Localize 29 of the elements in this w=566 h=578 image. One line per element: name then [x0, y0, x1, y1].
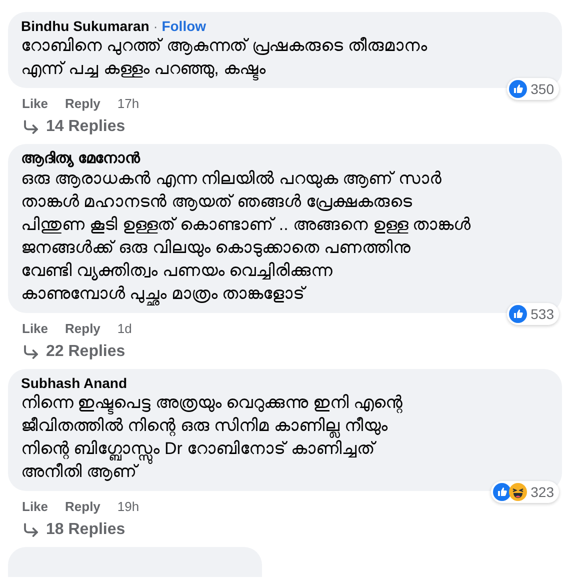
- comment-text: ഒരു ആരാധകൻ എന്ന നിലയിൽ പറയുക ആണ് സാർ താങ്കൾ മഹാനടൻ ആയത് ഞങ്ങൾ പ്രേക്ഷകരുടെ പിന്തുണ കൂടി ഉള്ളത് കൊണ്ടാണ് .. അങ്ങനെ ഉള്ള താങ്കൾ ജനങ്ങൾക്ക് ഒരു വിലയും കൊടുക്കാതെ പണത്തിനു വേണ്ടി വ്യക്തിത്വം പണയം വെച്ചിരിക്കുന്ന കാണുമ്പോൾ പുച്ഛം മാത്രം താങ്കളോട്: [21, 167, 550, 305]
- reaction-summary[interactable]: 323: [490, 481, 559, 503]
- reply-link[interactable]: Reply: [65, 498, 100, 514]
- view-replies-link[interactable]: 18 Replies: [46, 521, 126, 539]
- reply-link[interactable]: Reply: [65, 96, 100, 110]
- separator-dot: ·: [153, 19, 158, 34]
- reaction-count: 323: [530, 484, 554, 500]
- like-link[interactable]: Like: [22, 498, 48, 514]
- reply-link[interactable]: Reply: [65, 320, 100, 336]
- follow-link[interactable]: Follow: [162, 18, 206, 34]
- reaction-count: 533: [530, 306, 554, 322]
- comment-time[interactable]: 19h: [117, 498, 140, 514]
- comment-text: നിന്നെ ഇഷ്ടപെട്ട അത്രയും വെറുക്കുന്നു ഇനി എന്റെ ജീവിതത്തിൽ നിന്റെ ഒരു സിനിമ കാണില്ല നീയും നിന്റെ ബിഗ്ബോസ്സും Dr റോബിനോട് കാണിച്ചത് അനീതി ആണ്: [21, 392, 404, 483]
- reply-arrow-icon: [22, 521, 40, 539]
- comment-time[interactable]: 17h: [117, 96, 140, 110]
- like-link[interactable]: Like: [22, 320, 48, 336]
- view-replies-link[interactable]: 14 Replies: [46, 118, 126, 136]
- comment-time[interactable]: 1d: [117, 320, 132, 336]
- reaction-summary[interactable]: 533: [506, 303, 559, 325]
- reply-arrow-icon: [22, 343, 40, 361]
- comment-text: റോബിനെ പുറത്ത് ആകുന്നത് പ്രഷകരുടെ തീരുമാനം എന്ന് പച്ച കള്ളം പറഞ്ഞു, കഷ്ടം: [21, 34, 550, 80]
- comment-author[interactable]: Subhash Anand: [21, 375, 128, 391]
- comment-author[interactable]: Bindhu Sukumaran: [21, 18, 150, 34]
- reply-arrow-icon: [22, 118, 40, 136]
- reaction-count: 350: [530, 81, 554, 97]
- view-replies-link[interactable]: 22 Replies: [46, 343, 126, 361]
- like-link[interactable]: Like: [22, 96, 48, 110]
- comment-author[interactable]: ആദിത്യ മേനോൻ: [21, 150, 140, 167]
- reaction-summary[interactable]: 350: [506, 78, 559, 100]
